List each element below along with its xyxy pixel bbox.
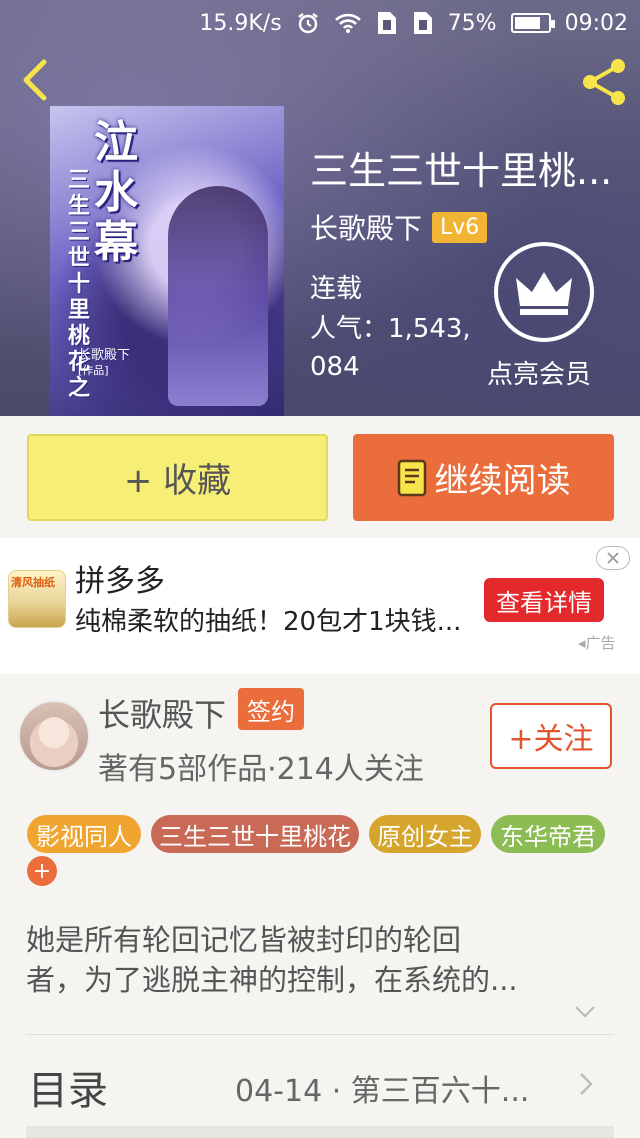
add-tag-button[interactable]: +: [27, 856, 57, 886]
share-icon: [583, 59, 625, 105]
ad-title: 拼多多: [75, 564, 165, 599]
continue-reading-label: 继续阅读: [434, 461, 571, 501]
book-cover[interactable]: 泣水幕 三生三世十里桃花之 长歌殿下 [作品]: [50, 106, 284, 416]
ad-banner[interactable]: 清风抽纸 拼多多 纯棉柔软的抽纸！20包才1块钱... 查看详情 ◂广告: [0, 538, 640, 674]
table-of-contents-row[interactable]: 目录 04-14 · 第三百六十...: [0, 1036, 640, 1130]
cover-illustration: [168, 186, 268, 406]
status-bar: 15.9K/s 75% 09:02: [0, 0, 640, 46]
back-arrow-icon: [23, 59, 47, 101]
book-author[interactable]: 长歌殿下: [310, 207, 422, 247]
book-description[interactable]: 她是所有轮回记忆皆被封印的轮回 者，为了逃脱主神的控制，在系统的...: [26, 920, 586, 1000]
description-line-1: 她是所有轮回记忆皆被封印的轮回: [26, 923, 462, 957]
ad-close-button[interactable]: [596, 546, 630, 570]
ad-thumbnail: 清风抽纸: [8, 570, 66, 628]
battery-percent: 75%: [447, 10, 497, 36]
author-card-name[interactable]: 长歌殿下: [98, 690, 226, 736]
cover-sign: [作品]: [78, 364, 109, 377]
popularity: 人气：1,543,084: [310, 314, 471, 382]
network-speed: 15.9K/s: [199, 10, 282, 36]
share-button[interactable]: [578, 56, 630, 108]
back-button[interactable]: [16, 58, 56, 102]
wifi-icon: [334, 12, 362, 34]
divider: [26, 1034, 614, 1035]
crown-icon: [516, 272, 572, 315]
serial-status: 连载: [310, 274, 363, 304]
ad-thumb-text: 清风抽纸: [11, 576, 55, 589]
chevron-down-icon[interactable]: [574, 1004, 596, 1020]
book-icon: [397, 459, 426, 496]
author-row: 长歌殿下 Lv6: [310, 207, 488, 247]
tag-2[interactable]: 原创女主: [369, 815, 481, 853]
sim2-icon: [412, 10, 434, 36]
latest-chapter: 04-14 · 第三百六十...: [235, 1074, 530, 1109]
next-section-strip: [26, 1126, 614, 1138]
clock: 09:02: [564, 10, 628, 36]
ad-label-text: 广告: [585, 634, 616, 652]
ad-description: 纯棉柔软的抽纸！20包才1块钱...: [75, 607, 462, 637]
cover-author: 长歌殿下: [78, 348, 131, 363]
cover-title: 泣水幕: [94, 117, 138, 268]
vip-label[interactable]: 点亮会员: [487, 354, 591, 391]
vip-crown-button[interactable]: [494, 242, 594, 342]
ad-details-button[interactable]: 查看详情: [484, 578, 604, 622]
description-line-2: 者，为了逃脱主神的控制，在系统的...: [26, 963, 518, 997]
follow-button[interactable]: +关注: [490, 703, 612, 769]
close-icon: [607, 552, 619, 564]
chevron-right-icon: [580, 1073, 593, 1095]
signed-badge: 签约: [238, 688, 304, 730]
ad-mark-icon: ◂: [578, 634, 586, 652]
book-title: 三生三世十里桃...: [310, 149, 613, 193]
favorite-button[interactable]: + 收藏: [27, 434, 328, 521]
level-badge: Lv6: [432, 211, 488, 243]
ad-label: ◂广告: [578, 632, 616, 653]
alarm-icon: [296, 11, 320, 35]
continue-reading-button[interactable]: 继续阅读: [353, 434, 614, 521]
battery-fill: [514, 17, 541, 29]
battery-icon: [510, 13, 555, 33]
author-stats: 著有5部作品·214人关注: [98, 752, 424, 787]
sim1-icon: [376, 10, 398, 36]
tag-3[interactable]: 东华帝君: [491, 815, 605, 853]
author-avatar[interactable]: [18, 700, 90, 772]
tag-1[interactable]: 三生三世十里桃花: [151, 815, 359, 853]
book-header: 15.9K/s 75% 09:02 泣水幕 三生三世十里桃花之 长歌殿下 [作品…: [0, 0, 640, 416]
toc-label: 目录: [28, 1068, 108, 1114]
tag-0[interactable]: 影视同人: [27, 815, 141, 853]
